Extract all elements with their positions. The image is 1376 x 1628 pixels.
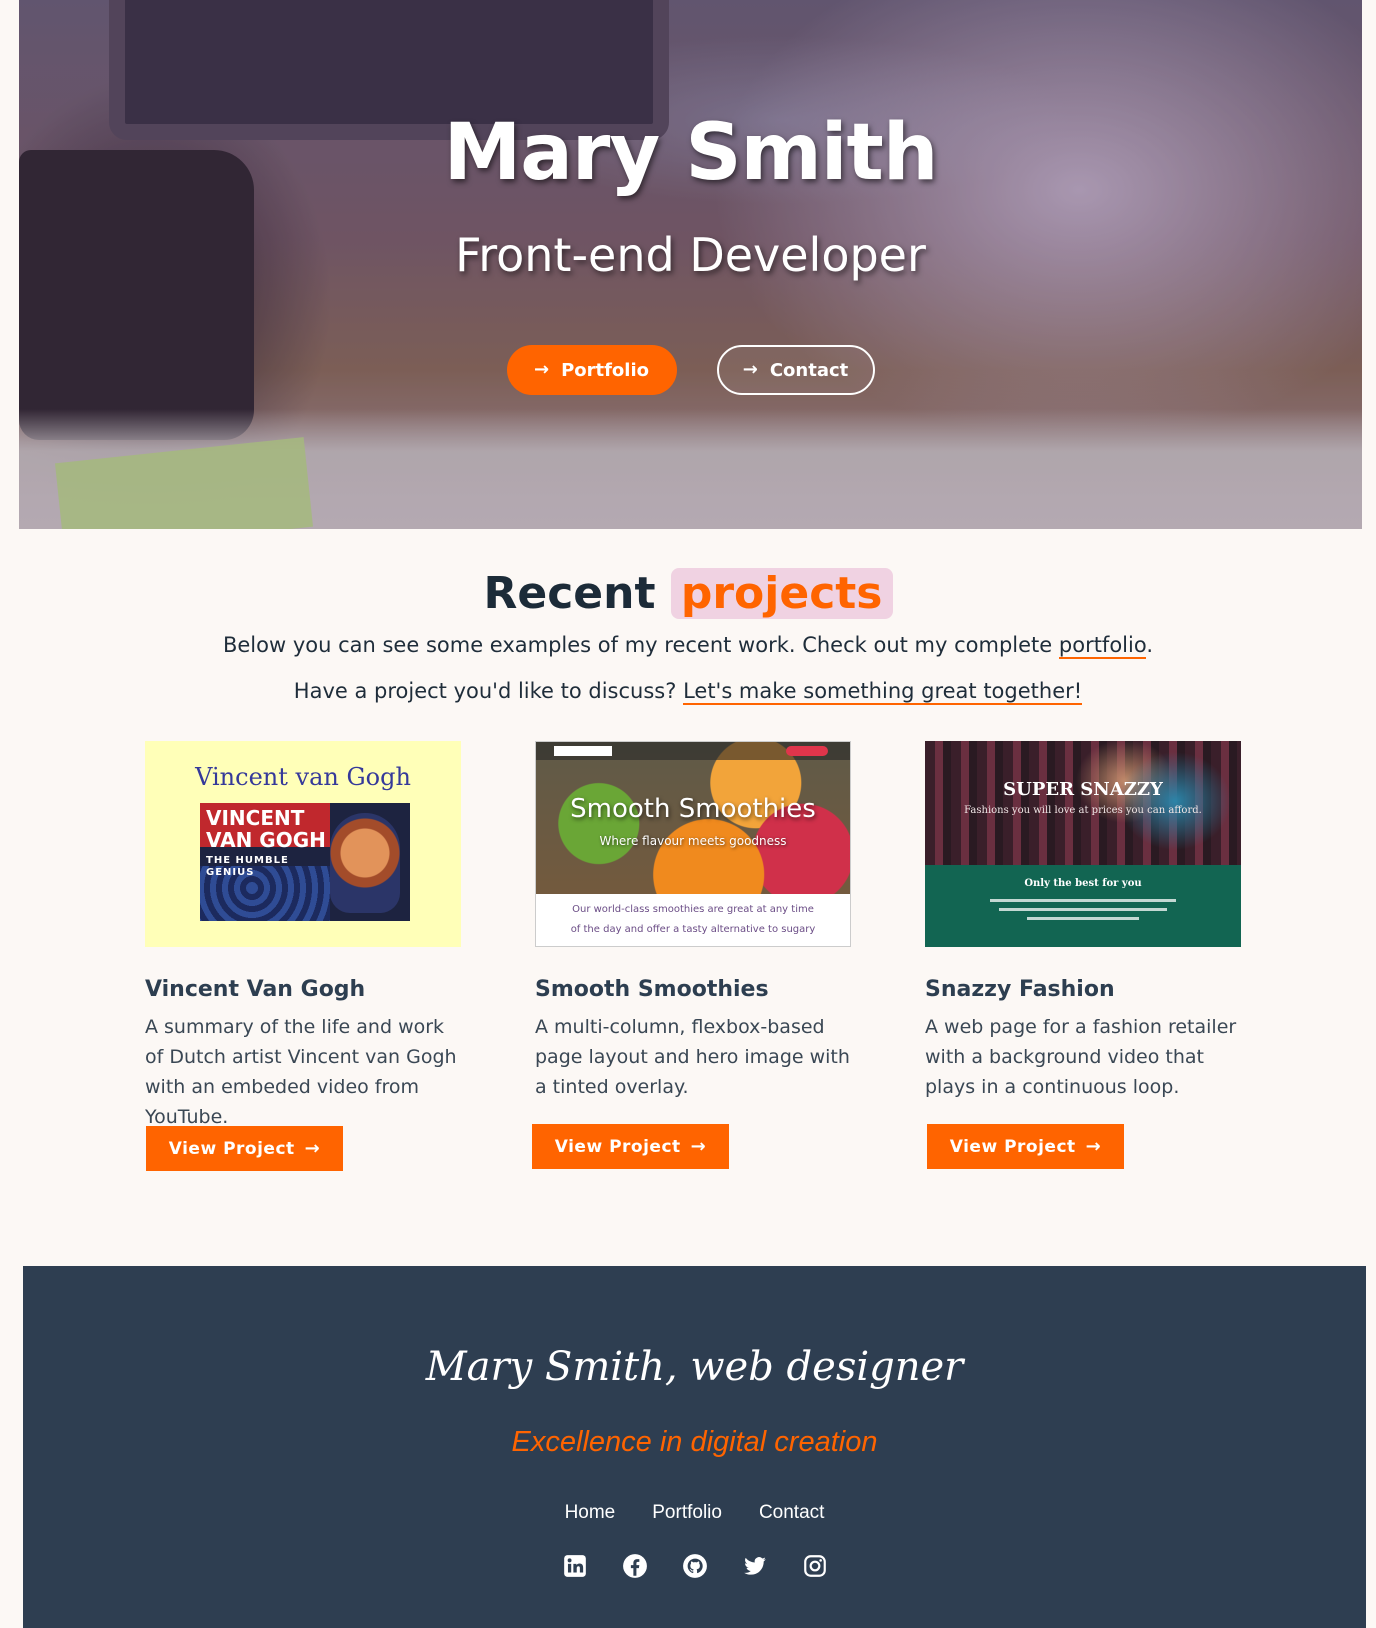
thumb-heading: Only the best for you (1024, 878, 1142, 889)
projects-heading-highlight: projects (670, 568, 893, 619)
thumb-text-line (990, 899, 1176, 902)
project-description: A web page for a fashion retailer with a… (925, 1016, 1237, 1098)
project-title: Smooth Smoothies (535, 977, 769, 1002)
thumb-text-strip: Our world-class smoothies are great at a… (536, 894, 850, 946)
thumb-text-line1: Our world-class smoothies are great at a… (572, 904, 814, 915)
project-thumbnail[interactable]: SUPER SNAZZY Fashions you will love at p… (925, 741, 1241, 947)
project-thumbnail[interactable]: Smooth Smoothies Where flavour meets goo… (535, 741, 851, 947)
poster-title-line2: VAN GOGH (206, 828, 326, 852)
view-project-button[interactable]: View Project → (532, 1124, 729, 1169)
thumb-text-lines (990, 899, 1176, 926)
thumb-photo-graphic (925, 741, 1241, 865)
footer-tagline: Excellence in digital creation (511, 1426, 878, 1458)
portfolio-link[interactable]: portfolio (1058, 633, 1147, 659)
view-project-label: View Project (554, 1136, 681, 1157)
project-title: Snazzy Fashion (925, 977, 1115, 1002)
arrow-right-icon: → (742, 359, 758, 380)
thumb-logo (554, 746, 612, 756)
view-project-button[interactable]: View Project → (146, 1126, 343, 1171)
projects-discuss: Have a project you'd like to discuss? Le… (0, 679, 1376, 705)
poster-subtitle-line1: THE HUMBLE (206, 855, 289, 866)
contact-button[interactable]: → Contact (716, 345, 875, 395)
footer-nav: Home Portfolio Contact (23, 1502, 1366, 1524)
view-project-button[interactable]: View Project → (927, 1124, 1124, 1169)
project-description: A multi-column, flexbox-based page layou… (535, 1016, 850, 1098)
hero-buttons: → Portfolio → Contact (19, 345, 1362, 395)
projects-heading: Recent projects (0, 568, 1376, 619)
linkedin-icon[interactable] (562, 1553, 588, 1579)
project-card-smoothies: Smooth Smoothies Where flavour meets goo… (535, 741, 851, 1102)
footer-name: Mary Smith, web designer (425, 1344, 964, 1390)
github-icon[interactable] (682, 1553, 708, 1579)
contact-link[interactable]: Let's make something great together! (683, 679, 1083, 705)
poster-title-line1: VINCENT (206, 806, 305, 830)
instagram-icon[interactable] (802, 1553, 828, 1579)
project-card-snazzy: SUPER SNAZZY Fashions you will love at p… (925, 741, 1241, 1102)
footer: Mary Smith, web designer Excellence in d… (23, 1266, 1366, 1628)
thumb-navbar (536, 742, 850, 760)
social-links (23, 1553, 1366, 1579)
thumb-poster: VINCENT VAN GOGH THE HUMBLE GENIUS (200, 803, 410, 921)
portrait-graphic (330, 813, 400, 913)
facebook-icon[interactable] (622, 1553, 648, 1579)
project-thumbnail[interactable]: Vincent van Gogh VINCENT VAN GOGH THE HU… (145, 741, 461, 947)
thumb-newsletter-pill (786, 746, 828, 756)
portfolio-button-label: Portfolio (561, 359, 650, 381)
projects-discuss-text: Have a project you'd like to discuss? (293, 679, 677, 703)
view-project-label: View Project (168, 1138, 295, 1159)
arrow-right-icon: → (690, 1135, 707, 1157)
poster-subtitle: THE HUMBLE GENIUS (206, 855, 289, 879)
projects-intro-text: Below you can see some examples of my re… (222, 633, 1053, 657)
thumb-text-line2: of the day and offer a tasty alternative… (570, 924, 816, 935)
projects-intro-end: . (1146, 633, 1154, 657)
thumb-text-line (999, 908, 1167, 911)
arrow-right-icon: → (304, 1137, 321, 1159)
thumb-text-line (1027, 917, 1139, 920)
thumb-tagline: Fashions you will love at prices you can… (964, 805, 1202, 816)
footer-nav-contact[interactable]: Contact (759, 1502, 824, 1524)
thumb-tagline: Where flavour meets goodness (599, 834, 787, 848)
projects-intro: Below you can see some examples of my re… (0, 633, 1376, 659)
project-description: A summary of the life and work of Dutch … (145, 1016, 457, 1128)
poster-title: VINCENT VAN GOGH (206, 807, 326, 851)
footer-nav-home[interactable]: Home (565, 1502, 616, 1524)
hero-name: Mary Smith (443, 108, 939, 198)
contact-button-label: Contact (769, 359, 849, 381)
poster-subtitle-line2: GENIUS (206, 867, 255, 878)
hero-role: Front-end Developer (455, 228, 926, 282)
arrow-right-icon: → (1085, 1135, 1102, 1157)
thumb-title: SUPER SNAZZY (1003, 779, 1163, 800)
projects-heading-plain: Recent (483, 568, 656, 619)
arrow-right-icon: → (533, 359, 550, 380)
thumb-title: Vincent van Gogh (195, 763, 411, 791)
project-title: Vincent Van Gogh (145, 977, 366, 1002)
view-project-label: View Project (949, 1136, 1076, 1157)
portfolio-button[interactable]: → Portfolio (506, 345, 677, 395)
twitter-icon[interactable] (742, 1553, 768, 1579)
hero: Mary Smith Front-end Developer → Portfol… (19, 0, 1362, 529)
thumb-title: Smooth Smoothies (570, 794, 816, 824)
footer-nav-portfolio[interactable]: Portfolio (652, 1502, 722, 1524)
project-card-van-gogh: Vincent van Gogh VINCENT VAN GOGH THE HU… (145, 741, 461, 1132)
